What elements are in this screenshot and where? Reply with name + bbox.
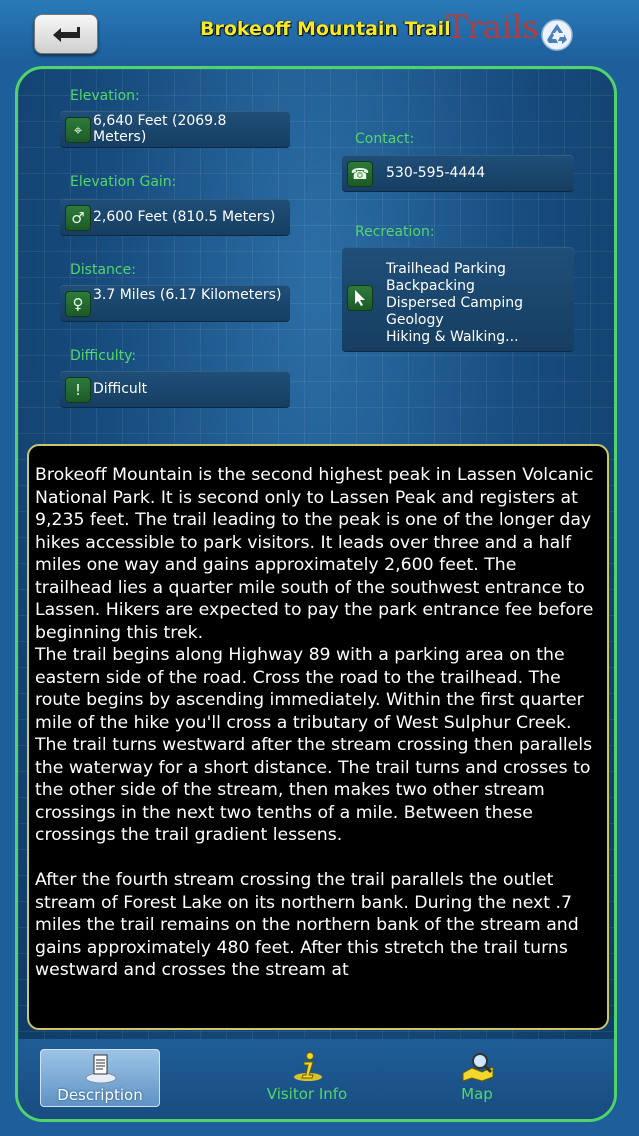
female-symbol-icon: ♀: [65, 291, 91, 317]
distance-value: 3.7 Miles (6.17 Kilometers): [93, 287, 282, 303]
document-icon: [85, 1054, 117, 1084]
contact-value[interactable]: 530-595-4444: [386, 165, 568, 181]
tab-description-label: Description: [57, 1086, 143, 1104]
map-magnifier-icon: [462, 1053, 494, 1082]
recreation-field[interactable]: Trailhead Parking Backpacking Dispersed …: [342, 247, 574, 352]
phone-icon: ☎: [347, 161, 373, 187]
description-scroll-box[interactable]: Brokeoff Mountain is the second highest …: [27, 444, 609, 1030]
bottom-tab-bar: Description Visitor Info Map: [18, 1039, 614, 1119]
elevation-gain-label: Elevation Gain:: [70, 174, 177, 190]
tab-visitor-info-label: Visitor Info: [266, 1085, 348, 1103]
tab-map-label: Map: [461, 1085, 493, 1103]
pointer-icon: [347, 285, 373, 311]
male-symbol-icon: ♂: [65, 205, 91, 231]
elevation-label: Elevation:: [70, 88, 140, 104]
tab-description[interactable]: Description: [40, 1049, 160, 1107]
distance-label: Distance:: [70, 262, 136, 278]
difficulty-value: Difficult: [93, 381, 148, 397]
elevation-value: 6,640 Feet (2069.8 Meters): [93, 113, 227, 145]
description-text: Brokeoff Mountain is the second highest …: [35, 465, 594, 980]
recreation-item: Dispersed Camping: [386, 295, 523, 311]
page-title: Brokeoff Mountain Trail: [200, 18, 451, 40]
difficulty-field: ! Difficult: [60, 371, 290, 408]
info-icon: [294, 1052, 322, 1081]
crosshair-icon: ⌖: [65, 117, 91, 143]
elevation-gain-value: 2,600 Feet (810.5 Meters): [93, 209, 276, 225]
top-header: Trails Brokeoff Mountain Trail: [0, 0, 639, 64]
recreation-list: Trailhead Parking Backpacking Dispersed …: [386, 261, 568, 346]
exclamation-icon: !: [65, 377, 91, 403]
tab-visitor-info[interactable]: Visitor Info: [248, 1049, 366, 1105]
contact-label: Contact:: [355, 131, 415, 147]
distance-field: ♀ 3.7 Miles (6.17 Kilometers): [60, 285, 290, 322]
elevation-field: ⌖ 6,640 Feet (2069.8 Meters): [60, 111, 290, 148]
tab-map[interactable]: Map: [418, 1049, 536, 1105]
app-logo: Trails: [446, 8, 539, 46]
recreation-item: Hiking & Walking...: [386, 329, 519, 345]
back-arrow-icon: [53, 27, 80, 42]
recreation-item: Backpacking: [386, 278, 475, 294]
back-button[interactable]: [34, 14, 98, 54]
elevation-gain-field: ♂ 2,600 Feet (810.5 Meters): [60, 199, 290, 236]
recreation-label: Recreation:: [355, 224, 435, 240]
contact-field[interactable]: ☎ 530-595-4444: [342, 155, 574, 192]
difficulty-label: Difficulty:: [70, 348, 137, 364]
recycle-icon: [541, 19, 573, 51]
recreation-item: Trailhead Parking: [386, 261, 506, 277]
recreation-item: Geology: [386, 312, 444, 328]
trail-detail-panel: Elevation: ⌖ 6,640 Feet (2069.8 Meters) …: [15, 66, 617, 1122]
